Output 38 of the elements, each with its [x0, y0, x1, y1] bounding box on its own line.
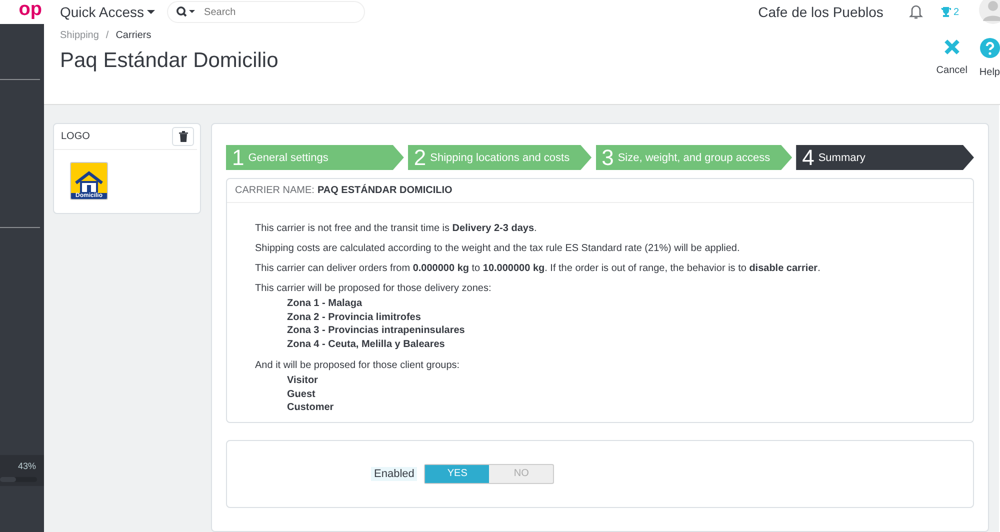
- groups-intro: And it will be proposed for those client groups:: [255, 360, 461, 371]
- zone-item: Zona 2 - Provincia limitrofes: [286, 310, 422, 324]
- enabled-switch[interactable]: YES NO: [424, 464, 554, 484]
- progress-reading: 43%: [18, 461, 37, 471]
- group-item: Customer: [286, 401, 335, 414]
- carrier-name: PAQ ESTÁNDAR DOMICILIO: [317, 185, 452, 196]
- delete-button[interactable]: [172, 127, 194, 146]
- shop-name[interactable]: Cafe de los Pueblos: [758, 4, 884, 20]
- cancel-button[interactable]: Cancel: [933, 38, 970, 80]
- summary-sentence: Shipping costs are calculated according to the weight and the tax rule ES Standard rate (21%) will be applied.: [255, 243, 741, 254]
- summary-sentence: This carrier is not free and the transit time is Delivery 2-3 days.: [255, 223, 538, 234]
- no-option[interactable]: NO: [489, 465, 554, 483]
- breadcrumb-link[interactable]: Shipping: [60, 30, 99, 41]
- group-item: Guest: [286, 388, 316, 401]
- quick-access-menu[interactable]: Quick Access: [60, 4, 156, 20]
- breadcrumb-separator: /: [106, 30, 109, 41]
- enabled-label: Enabled: [371, 467, 418, 481]
- search-icon[interactable]: [176, 6, 196, 18]
- trophy-icon: [941, 7, 952, 17]
- close-icon: [942, 38, 961, 56]
- summary-sentence: This carrier can deliver orders from 0.000000 kg to 10.000000 kg. If the order is out of range, the behavior is to disable carrier.: [255, 263, 822, 274]
- bell-icon[interactable]: [909, 4, 924, 20]
- caret-icon: [147, 9, 156, 15]
- carrier-name-label: CARRIER NAME:: [235, 185, 314, 196]
- trash-icon: [178, 131, 188, 142]
- zone-item: Zona 4 - Ceuta, Melilla y Baleares: [286, 338, 446, 351]
- help-button[interactable]: Help: [976, 38, 1000, 80]
- house-icon: [72, 171, 106, 193]
- group-item: Visitor: [286, 374, 319, 388]
- zones-intro: This carrier will be proposed for those delivery zones:: [255, 283, 492, 294]
- search-field[interactable]: Search: [167, 1, 366, 23]
- panel-title: LOGO: [61, 131, 90, 142]
- breadcrumb-link[interactable]: Carriers: [116, 30, 152, 41]
- zone-item: Zona 1 - Malaga: [286, 297, 364, 310]
- zone-item: Zona 3 - Provincias intrapeninsulares: [286, 324, 466, 338]
- trophy-badge[interactable]: 2: [941, 6, 959, 18]
- yes-option[interactable]: YES: [425, 465, 490, 483]
- page-title: Paq Estándar Domicilio: [60, 49, 280, 73]
